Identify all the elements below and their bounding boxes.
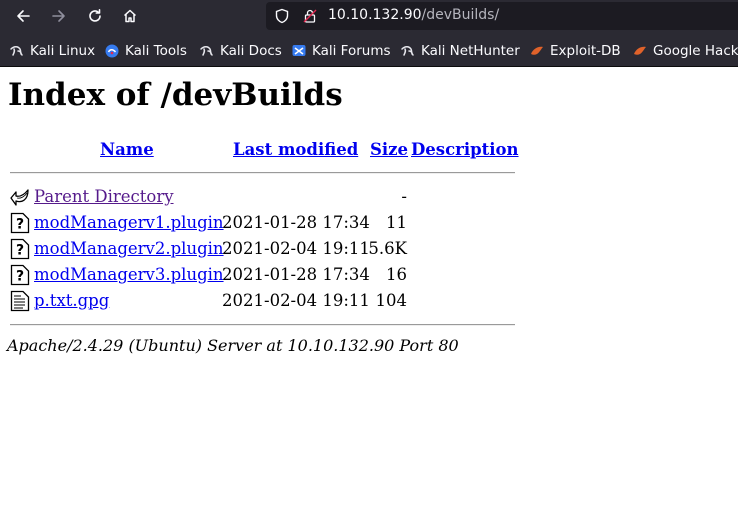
browser-chrome: 10.10.132.90/devBuilds/ Kali Linux Kali … [0,0,738,66]
file-date: 2021-02-04 19:11 [222,239,370,258]
bookmark-label: Kali Linux [30,43,96,59]
bookmark-kali-tools[interactable]: Kali Tools [104,41,187,61]
tracking-protection-shield-icon[interactable] [274,8,290,24]
file-link[interactable]: modManagerv1.plugin [34,213,224,232]
back-arrow-icon [17,10,30,22]
svg-text:?: ? [16,217,24,233]
file-size: 11 [386,213,407,232]
file-link[interactable]: modManagerv3.plugin [34,265,224,284]
table-row: ? modManagerv2.plugin 2021-02-04 19:11 5… [0,237,738,261]
file-size: 16 [386,265,407,284]
home-button[interactable] [117,4,143,28]
page-title: Index of /devBuilds [8,77,343,113]
unknown-file-icon: ? [10,212,30,234]
unknown-file-icon: ? [10,238,30,260]
file-size: - [401,187,407,206]
reload-button[interactable] [82,4,108,28]
bookmark-google-hacking[interactable]: Google Hacki [632,41,738,61]
kali-dragon-icon [400,43,416,59]
text-file-icon [10,290,30,312]
column-header-description[interactable]: Description [411,140,519,159]
file-date: 2021-01-28 17:34 [222,213,370,232]
bookmark-kali-linux[interactable]: Kali Linux [9,41,95,61]
table-row: Parent Directory - [0,185,738,209]
bookmark-kali-nethunter[interactable]: Kali NetHunter [400,41,520,61]
home-icon [123,9,137,23]
url-text[interactable]: 10.10.132.90/devBuilds/ [328,7,499,23]
svg-text:?: ? [16,243,24,259]
bookmark-label: Kali Tools [125,43,187,59]
parent-directory-link[interactable]: Parent Directory [34,187,174,206]
file-link[interactable]: modManagerv2.plugin [34,239,224,258]
bookmark-label: Exploit-DB [550,43,621,59]
unknown-file-icon: ? [10,264,30,286]
server-signature: Apache/2.4.29 (Ubuntu) Server at 10.10.1… [7,336,459,355]
exploit-db-icon [632,43,648,59]
navigation-toolbar: 10.10.132.90/devBuilds/ [0,0,738,33]
column-header-last-modified[interactable]: Last modified [233,140,358,159]
bookmarks-toolbar: Kali Linux Kali Tools Kali Docs Kali For… [0,36,738,65]
file-date: 2021-01-28 17:34 [222,265,370,284]
column-header-name[interactable]: Name [100,140,154,159]
page-content: Index of /devBuilds Name Last modified S… [0,67,738,513]
url-bar[interactable]: 10.10.132.90/devBuilds/ [266,2,738,30]
file-size: 104 [375,291,408,310]
file-size: 5.6K [368,239,407,258]
url-host: 10.10.132.90 [328,7,422,23]
bookmark-label: Google Hacki [653,43,738,59]
forward-arrow-icon [52,10,65,22]
reload-icon [89,9,101,22]
file-link[interactable]: p.txt.gpg [34,291,109,310]
table-top-divider [10,172,515,174]
kali-dragon-icon [9,43,25,59]
back-button[interactable] [10,4,36,28]
column-header-size[interactable]: Size [370,140,408,159]
svg-text:?: ? [16,269,24,285]
forward-button[interactable] [46,4,72,28]
bookmark-kali-docs[interactable]: Kali Docs [199,41,282,61]
table-row: p.txt.gpg 2021-02-04 19:11 104 [0,289,738,313]
bookmark-label: Kali Forums [312,43,391,59]
table-row: ? modManagerv1.plugin 2021-01-28 17:34 1… [0,211,738,235]
bookmark-label: Kali Docs [220,43,282,59]
kali-dragon-icon [199,43,215,59]
table-bottom-divider [10,324,515,326]
table-row: ? modManagerv3.plugin 2021-01-28 17:34 1… [0,263,738,287]
exploit-db-icon [529,43,545,59]
file-date: 2021-02-04 19:11 [222,291,370,310]
kali-tools-icon [104,43,120,59]
bookmark-kali-forums[interactable]: Kali Forums [291,41,391,61]
kali-forums-icon [291,43,307,59]
url-path: /devBuilds/ [421,7,500,23]
bookmark-exploit-db[interactable]: Exploit-DB [529,41,621,61]
insecure-lock-icon[interactable] [302,8,318,24]
back-arrow-icon [10,189,29,206]
bookmark-label: Kali NetHunter [421,43,520,59]
